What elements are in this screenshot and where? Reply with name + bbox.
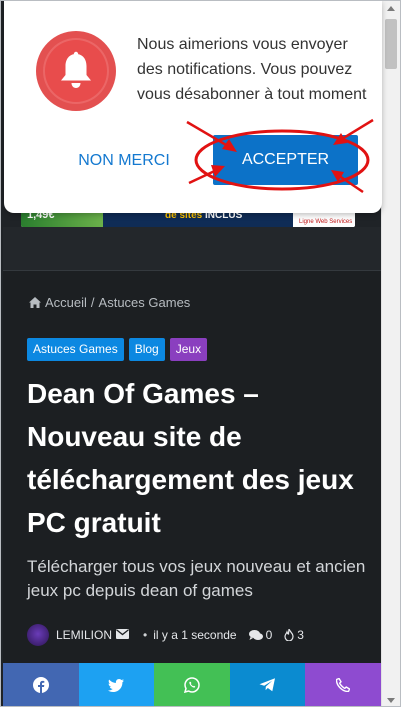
notification-prompt: Nous aimerions vous envoyer des notifica… [4, 1, 382, 213]
breadcrumb-current[interactable]: Astuces Games [99, 295, 191, 310]
author-name[interactable]: LEMILION [56, 628, 112, 642]
scroll-thumb[interactable] [385, 19, 397, 69]
share-phone-button[interactable] [305, 663, 381, 706]
share-facebook-button[interactable] [3, 663, 79, 706]
decline-button[interactable]: NON MERCI [62, 140, 186, 182]
fire-icon [284, 629, 294, 641]
browser-viewport: 1,49€ de sites INCLUS Ligne Web Services… [0, 0, 401, 707]
header-divider [3, 227, 381, 271]
meta-separator: • [143, 628, 148, 642]
category-tag-astuces-games[interactable]: Astuces Games [27, 338, 124, 361]
home-icon[interactable] [29, 297, 41, 308]
share-bar [3, 663, 381, 706]
comments-count-value: 0 [265, 628, 273, 642]
notification-message: Nous aimerions vous envoyer des notifica… [137, 36, 367, 103]
scroll-up-arrow[interactable] [387, 6, 395, 11]
article-header: Accueil / Astuces Games Astuces Games Bl… [3, 271, 381, 663]
article-subtitle: Télécharger tous vos jeux nouveau et anc… [27, 557, 366, 600]
facebook-icon [32, 677, 49, 693]
accept-button[interactable]: ACCEPTER [213, 135, 358, 185]
whatsapp-icon [183, 677, 200, 693]
twitter-icon [108, 678, 125, 692]
breadcrumb-home-link[interactable]: Accueil [45, 295, 87, 310]
comments-count[interactable]: 0 [248, 628, 273, 642]
share-twitter-button[interactable] [78, 663, 155, 706]
page-scrollbar[interactable] [381, 1, 400, 706]
share-telegram-button[interactable] [229, 663, 306, 706]
author-avatar[interactable] [27, 624, 49, 646]
article-title: Dean Of Games – Nouveau site de téléchar… [27, 378, 354, 538]
category-tag-jeux[interactable]: Jeux [169, 338, 208, 361]
article-meta: LEMILION • il y a 1 seconde 0 3 [27, 623, 367, 647]
email-icon[interactable] [116, 628, 130, 642]
breadcrumb-separator: / [90, 295, 95, 310]
comments-icon [248, 629, 263, 640]
bell-glyph-icon [61, 51, 91, 88]
bell-icon [36, 31, 116, 111]
bell-icon-inner [43, 38, 109, 104]
category-tags: Astuces Games Blog Jeux [27, 338, 208, 361]
scroll-down-arrow[interactable] [387, 698, 395, 703]
breadcrumb: Accueil / Astuces Games [29, 295, 190, 310]
category-tag-blog[interactable]: Blog [128, 338, 165, 361]
views-count-value: 3 [297, 628, 304, 642]
share-whatsapp-button[interactable] [154, 663, 230, 706]
phone-icon [336, 678, 351, 692]
telegram-icon [259, 678, 276, 692]
views-count: 3 [284, 628, 304, 642]
post-time: il y a 1 seconde [153, 628, 237, 642]
